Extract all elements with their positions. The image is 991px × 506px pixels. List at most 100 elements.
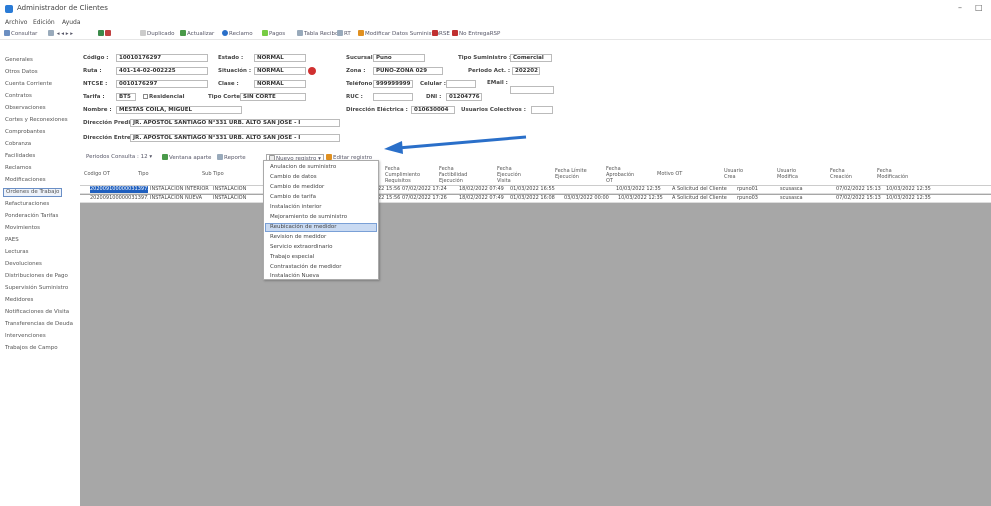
sidebar-item-cobranza[interactable]: Cobranza <box>5 141 31 147</box>
dropdown-item-servicio[interactable]: Servicio extraordinario <box>270 244 332 250</box>
sidebar-item-ordenes-trabajo[interactable]: Ordenes de Trabajo <box>3 188 62 197</box>
dropdown-item-cambio-medidor[interactable]: Cambio de medidor <box>270 184 324 190</box>
sidebar-item-movimientos[interactable]: Movimientos <box>5 225 40 231</box>
menu-edicion[interactable]: Edición <box>33 19 55 26</box>
col-fecha-ejecucion-visita[interactable]: Fecha Ejecución Visita <box>497 166 531 184</box>
tipo-corte-field[interactable]: SIN CORTE <box>240 93 306 101</box>
sidebar-item-contratos[interactable]: Contratos <box>5 93 32 99</box>
col-fecha-cumplimiento[interactable]: Fecha Cumplimiento Requisitos <box>385 166 423 184</box>
col-tipo[interactable]: Tipo <box>138 171 149 177</box>
tabla-recibo-button[interactable]: Tabla Recibo <box>297 30 338 38</box>
col-codigo-ot[interactable]: Codigo OT <box>84 171 110 177</box>
dropdown-item-cambio-datos[interactable]: Cambio de datos <box>270 174 317 180</box>
cell-motivo: A Solicitud del Cliente <box>672 186 727 192</box>
sidebar-item-facilidades[interactable]: Facilidades <box>5 153 35 159</box>
dropdown-item-contrastacion[interactable]: Contrastación de medidor <box>270 264 342 270</box>
ruc-field[interactable] <box>373 93 413 101</box>
menu-bar: Archivo Edición Ayuda <box>0 18 991 28</box>
dir-electrica-field[interactable]: 010630004 <box>411 106 455 114</box>
col-fecha-factibilidad[interactable]: Fecha Factibilidad Ejecución <box>439 166 477 184</box>
sidebar-item-cortes[interactable]: Cortes y Reconexiones <box>5 117 68 123</box>
col-motivo-ot[interactable]: Motivo OT <box>657 171 682 177</box>
no-entrega-button[interactable]: No EntregaRSP <box>452 30 500 38</box>
clase-field[interactable]: NORMAL <box>254 80 306 88</box>
rt-button[interactable]: RT <box>337 30 351 38</box>
rse-button[interactable]: RSE <box>432 30 450 38</box>
sidebar-item-notificaciones[interactable]: Notificaciones de Visita <box>5 309 69 315</box>
telefono-field[interactable]: 999999999 <box>373 80 413 88</box>
sidebar-item-comprobantes[interactable]: Comprobantes <box>5 129 45 135</box>
periodos-consulta[interactable]: Periodos Consulta : 12 ▾ <box>86 154 152 162</box>
consultar-button[interactable]: Consultar <box>4 30 37 38</box>
modificar-datos-button[interactable]: Modificar Datos Suministro <box>358 30 439 38</box>
menu-ayuda[interactable]: Ayuda <box>62 19 81 26</box>
dir-predio-field[interactable]: JR. APOSTOL SANTIAGO N°331 URB. ALTO SAN… <box>130 119 340 127</box>
grid-header: Codigo OT Tipo Sub Tipo Fecha Cumplimien… <box>80 162 991 186</box>
ventana-aparte-button[interactable]: Ventana aparte <box>162 154 211 162</box>
sidebar-item-otros-datos[interactable]: Otros Datos <box>5 69 38 75</box>
dropdown-item-revision[interactable]: Revision de medidor <box>270 234 326 240</box>
dropdown-item-anulacion[interactable]: Anulacion de suministro <box>270 164 336 170</box>
dropdown-item-reubicacion[interactable]: Reubicación de medidor <box>265 223 377 232</box>
dropdown-item-mejoramiento[interactable]: Mejoramiento de suministro <box>270 214 347 220</box>
dni-field[interactable]: 01204776 <box>446 93 482 101</box>
nav-buttons[interactable]: ◂ ◂ ▸ ▸ <box>48 30 73 38</box>
dir-entrega-field[interactable]: JR. APOSTOL SANTIAGO N°331 URB. ALTO SAN… <box>130 134 340 142</box>
nombre-field[interactable]: MESTAS COILA, MIGUEL <box>116 106 242 114</box>
periodo-field[interactable]: 202202 <box>512 67 540 75</box>
cell-codigo-ot[interactable]: 20200910000003139732 <box>90 195 148 202</box>
zona-field[interactable]: PUNO-ZONA 029 <box>373 67 443 75</box>
situacion-field[interactable]: NORMAL <box>254 67 306 75</box>
sidebar-item-reclamos[interactable]: Reclamos <box>5 165 31 171</box>
sidebar-item-supervision[interactable]: Supervisión Suministro <box>5 285 68 291</box>
usuarios-colectivos-field[interactable] <box>531 106 553 114</box>
sidebar-item-observaciones[interactable]: Observaciones <box>5 105 46 111</box>
sidebar-item-modificaciones[interactable]: Modificaciones <box>5 177 46 183</box>
col-fecha-modificacion[interactable]: Fecha Modificación <box>877 168 913 180</box>
sidebar-item-devoluciones[interactable]: Devoluciones <box>5 261 42 267</box>
sidebar-item-transferencias[interactable]: Transferencias de Deuda <box>5 321 73 327</box>
dropdown-item-trabajo-especial[interactable]: Trabajo especial <box>270 254 314 260</box>
tipo-suministro-field[interactable]: Comercial <box>510 54 552 62</box>
reclamo-button[interactable]: Reclamo <box>222 30 253 38</box>
tarifa-field[interactable]: BT5 <box>116 93 136 101</box>
sucursal-field[interactable]: Puno <box>373 54 425 62</box>
residencial-checkbox[interactable]: Residencial <box>143 94 184 100</box>
celular-field[interactable] <box>446 80 476 88</box>
sidebar-item-lecturas[interactable]: Lecturas <box>5 249 29 255</box>
table-row[interactable]: 20200910000003139732 INSTALACION NUEVA I… <box>80 195 991 203</box>
sidebar-item-medidores[interactable]: Medidores <box>5 297 33 303</box>
email-field[interactable] <box>510 86 554 94</box>
dropdown-item-instalacion-nueva[interactable]: Instalación Nueva <box>270 273 319 279</box>
menu-archivo[interactable]: Archivo <box>5 19 27 26</box>
maximize-button[interactable]: □ <box>975 3 983 12</box>
col-fecha-creacion[interactable]: Fecha Creación <box>830 168 856 180</box>
col-sub-tipo[interactable]: Sub Tipo <box>202 171 224 177</box>
minimize-button[interactable]: – <box>958 3 962 12</box>
sidebar-item-ponderacion[interactable]: Ponderación Tarifas <box>5 213 58 219</box>
col-usuario-crea[interactable]: Usuario Crea <box>724 168 746 180</box>
sidebar-item-trabajos-campo[interactable]: Trabajos de Campo <box>5 345 58 351</box>
dropdown-item-cambio-tarifa[interactable]: Cambio de tarifa <box>270 194 316 200</box>
estado-field[interactable]: NORMAL <box>254 54 306 62</box>
sidebar-item-intervenciones[interactable]: Intervenciones <box>5 333 46 339</box>
sidebar-item-distribuciones[interactable]: Distribuciones de Pago <box>5 273 68 279</box>
duplicado-button[interactable]: Duplicado <box>140 30 175 38</box>
codigo-field[interactable]: 10010176297 <box>116 54 208 62</box>
ntcse-field[interactable]: 0010176297 <box>116 80 208 88</box>
pagos-button[interactable]: Pagos <box>262 30 285 38</box>
ruta-field[interactable]: 401-14-02-002225 <box>116 67 208 75</box>
sidebar-item-refacturaciones[interactable]: Refacturaciones <box>5 201 49 207</box>
table-row[interactable]: 20200910000003139732 INSTALACION INTERIO… <box>80 186 991 194</box>
reporte-button[interactable]: Reporte <box>217 154 246 162</box>
refresh-buttons[interactable] <box>98 30 112 38</box>
dropdown-item-instalacion-interior[interactable]: Instalación interior <box>270 204 322 210</box>
col-fecha-aprobacion[interactable]: Fecha Aprobación OT <box>606 166 640 184</box>
sidebar-item-generales[interactable]: Generales <box>5 57 33 63</box>
sidebar-item-cuenta-corriente[interactable]: Cuenta Corriente <box>5 81 52 87</box>
cell-codigo-ot[interactable]: 20200910000003139732 <box>90 186 148 193</box>
actualizar-button[interactable]: Actualizar <box>180 30 214 38</box>
col-fecha-limite[interactable]: Fecha Límite Ejecución <box>555 168 589 180</box>
col-usuario-modifica[interactable]: Usuario Modifica <box>777 168 803 180</box>
sidebar-item-paes[interactable]: PAES <box>5 237 19 243</box>
